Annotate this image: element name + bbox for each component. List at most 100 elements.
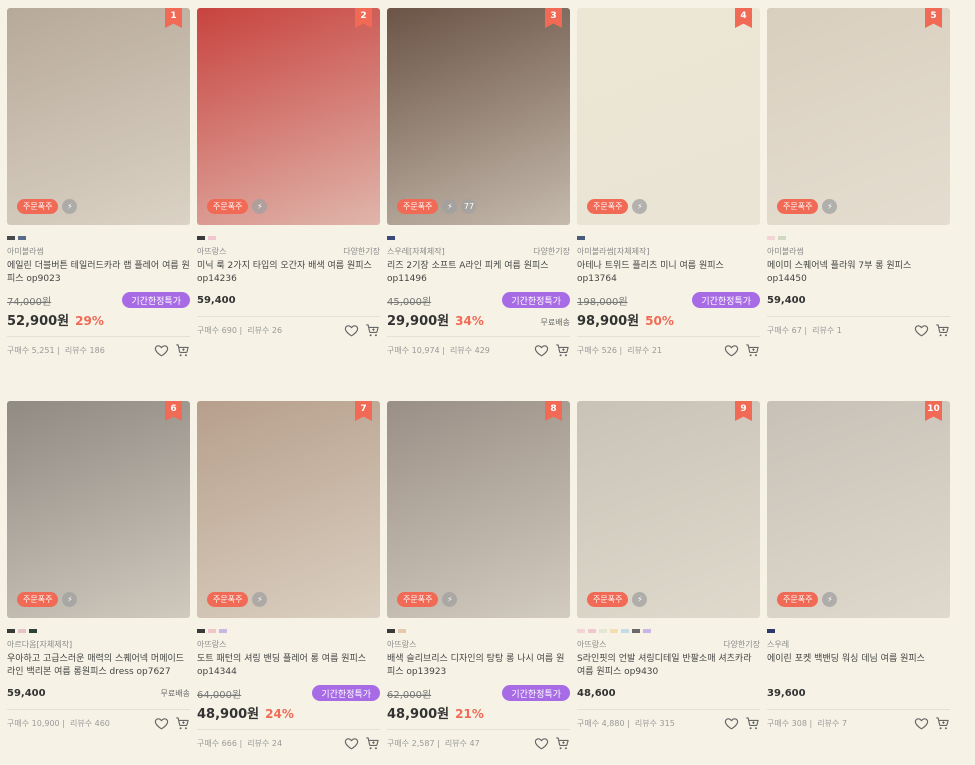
brand-name[interactable]: 스우레[자체제작] xyxy=(387,246,445,256)
product-image[interactable]: 8 주문폭주 ⚡ xyxy=(387,401,570,618)
color-swatch[interactable] xyxy=(621,629,629,633)
price: 59,400 xyxy=(7,687,46,699)
price-row: 59,400 xyxy=(767,292,950,308)
product-card[interactable]: 2 주문폭주 ⚡ 아뜨랑스 다양한기장 미닉 룩 2가지 타입의 오간자 배색 여름 원피… xyxy=(197,8,380,339)
cart-icon[interactable] xyxy=(745,716,760,731)
product-title[interactable]: 리즈 2기장 소프트 A라인 피케 여름 원피스 op11496 xyxy=(387,260,570,286)
order-badge: 주문폭주 xyxy=(777,199,819,214)
product-title[interactable]: 우아하고 고급스러운 매력의 스퀘어넥 머메이드라인 백리본 여름 롱원피스 d… xyxy=(7,653,190,679)
cart-icon[interactable] xyxy=(745,343,760,358)
product-card[interactable]: 3 주문폭주 ⚡ 77 스우레[자체제작] 다양한기장리즈 2기장 소프트 A라인 피케 … xyxy=(387,8,570,359)
color-swatch[interactable] xyxy=(778,236,786,240)
order-badge: 주문폭주 xyxy=(17,199,59,214)
product-title[interactable]: 배색 슬리브리스 디자인의 탕탕 롱 나시 여름 원피스 op13923 xyxy=(387,653,570,679)
buy-label: 구매수 xyxy=(197,738,220,748)
color-swatch[interactable] xyxy=(643,629,651,633)
product-title[interactable]: 도트 패턴의 셔링 밴딩 플레어 롱 여름 원피스 op14344 xyxy=(197,653,380,679)
price-row: 59,400 xyxy=(197,292,380,308)
cart-icon[interactable] xyxy=(935,716,950,731)
color-swatch[interactable] xyxy=(387,236,395,240)
heart-icon[interactable] xyxy=(344,736,359,751)
color-swatches xyxy=(7,629,190,633)
color-swatch[interactable] xyxy=(208,629,216,633)
color-swatch[interactable] xyxy=(7,236,15,240)
product-image[interactable]: 9 주문폭주 ⚡ xyxy=(577,401,760,618)
brand-name[interactable]: 스우레 xyxy=(767,639,789,649)
product-card[interactable]: 5 주문폭주 ⚡ 아미볼라썸메이미 스퀘어넥 플라워 7부 롱 원피스 op14450… xyxy=(767,8,950,339)
brand-name[interactable]: 아미볼라썸 xyxy=(7,246,44,256)
meta-row: 스우레[자체제작] 다양한기장 xyxy=(387,246,570,256)
brand-name[interactable]: 아르다옴[자체제작] xyxy=(7,639,72,649)
product-image[interactable]: 7 주문폭주 ⚡ xyxy=(197,401,380,618)
cart-icon[interactable] xyxy=(935,323,950,338)
heart-icon[interactable] xyxy=(154,716,169,731)
cart-icon[interactable] xyxy=(365,736,380,751)
review-count: 429 xyxy=(474,345,490,355)
color-swatch[interactable] xyxy=(29,629,37,633)
product-image[interactable]: 2 주문폭주 ⚡ xyxy=(197,8,380,225)
brand-name[interactable]: 아뜨랑스 xyxy=(197,246,226,256)
cart-icon[interactable] xyxy=(175,343,190,358)
color-swatch[interactable] xyxy=(197,629,205,633)
color-swatch[interactable] xyxy=(588,629,596,633)
color-swatch[interactable] xyxy=(197,236,205,240)
color-swatch[interactable] xyxy=(208,236,216,240)
heart-icon[interactable] xyxy=(154,343,169,358)
brand-name[interactable]: 아미볼라썸 xyxy=(767,246,804,256)
brand-name[interactable]: 아미볼라썸[자체제작] xyxy=(577,246,649,256)
price: 59,400 xyxy=(767,294,806,306)
heart-icon[interactable] xyxy=(914,716,929,731)
product-title[interactable]: 미닉 룩 2가지 타입의 오간자 배색 여름 원피스 op14236 xyxy=(197,260,380,286)
color-swatch[interactable] xyxy=(610,629,618,633)
product-image[interactable]: 4 주문폭주 ⚡ xyxy=(577,8,760,225)
action-icons xyxy=(914,716,950,731)
product-image[interactable]: 5 주문폭주 ⚡ xyxy=(767,8,950,225)
heart-icon[interactable] xyxy=(724,716,739,731)
product-title[interactable]: 에일린 더블버튼 테일러드카라 랩 플레어 여름 원피스 op9023 xyxy=(7,260,190,286)
product-image[interactable]: 3 주문폭주 ⚡ 77 xyxy=(387,8,570,225)
heart-icon[interactable] xyxy=(344,323,359,338)
product-title[interactable]: 에이린 포켓 백밴딩 워싱 데님 여름 원피스 xyxy=(767,653,950,679)
brand-name[interactable]: 아뜨랑스 xyxy=(387,639,416,649)
heart-icon[interactable] xyxy=(914,323,929,338)
color-swatch[interactable] xyxy=(767,629,775,633)
product-card[interactable]: 10 주문폭주 ⚡ 스우레 에이린 포켓 백밴딩 워싱 데님 여름 원피스 39,600 구… xyxy=(767,401,950,732)
product-title[interactable]: 메이미 스퀘어넥 플라워 7부 롱 원피스 op14450 xyxy=(767,260,950,286)
color-swatch[interactable] xyxy=(767,236,775,240)
color-swatch[interactable] xyxy=(577,629,585,633)
cart-icon[interactable] xyxy=(555,343,570,358)
original-price: 62,000원 xyxy=(387,689,432,701)
product-image[interactable]: 6 주문폭주 ⚡ xyxy=(7,401,190,618)
meta-row: 아르다옴[자체제작] xyxy=(7,639,190,649)
product-card[interactable]: 1 주문폭주 ⚡ 아미볼라썸에일린 더블버튼 테일러드카라 랩 플레어 여름 원피스 … xyxy=(7,8,190,359)
color-swatch[interactable] xyxy=(632,629,640,633)
color-swatch[interactable] xyxy=(599,629,607,633)
product-card[interactable]: 6 주문폭주 ⚡ 아르다옴[자체제작] 우아하고 고급스러운 매력의 스퀘어넥 머메이드… xyxy=(7,401,190,732)
cart-icon[interactable] xyxy=(365,323,380,338)
brand-name[interactable]: 아뜨랑스 xyxy=(197,639,226,649)
product-card[interactable]: 7 주문폭주 ⚡ 아뜨랑스도트 패턴의 셔링 밴딩 플레어 롱 여름 원피스 op14… xyxy=(197,401,380,752)
heart-icon[interactable] xyxy=(724,343,739,358)
product-title[interactable]: 아테나 트위드 플리츠 미니 여름 원피스 op13764 xyxy=(577,260,760,286)
final-price-row: 98,900원 50% xyxy=(577,310,760,329)
heart-icon[interactable] xyxy=(534,736,549,751)
cart-icon[interactable] xyxy=(175,716,190,731)
product-card[interactable]: 8 주문폭주 ⚡ 아뜨랑스배색 슬리브리스 디자인의 탕탕 롱 나시 여름 원피스 o… xyxy=(387,401,570,752)
product-card[interactable]: 9 주문폭주 ⚡ 아뜨랑스 다양한기장 S라인핏의 언발 셔링디테일 반팔소매 셔츠카라 … xyxy=(577,401,760,732)
color-swatch[interactable] xyxy=(398,629,406,633)
color-swatch[interactable] xyxy=(219,629,227,633)
review-label: 리뷰수 xyxy=(627,345,650,355)
action-icons xyxy=(344,736,380,751)
color-swatch[interactable] xyxy=(18,236,26,240)
product-card[interactable]: 4 주문폭주 ⚡ 아미볼라썸[자체제작] 아테나 트위드 플리츠 미니 여름 원피스 o… xyxy=(577,8,760,359)
product-image[interactable]: 1 주문폭주 ⚡ xyxy=(7,8,190,225)
product-image[interactable]: 10 주문폭주 ⚡ xyxy=(767,401,950,618)
color-swatch[interactable] xyxy=(7,629,15,633)
heart-icon[interactable] xyxy=(534,343,549,358)
color-swatch[interactable] xyxy=(577,236,585,240)
color-swatch[interactable] xyxy=(18,629,26,633)
color-swatch[interactable] xyxy=(387,629,395,633)
brand-name[interactable]: 아뜨랑스 xyxy=(577,639,606,649)
cart-icon[interactable] xyxy=(555,736,570,751)
product-title[interactable]: S라인핏의 언발 셔링디테일 반팔소매 셔츠카라 여름 원피스 op9430 xyxy=(577,653,760,679)
